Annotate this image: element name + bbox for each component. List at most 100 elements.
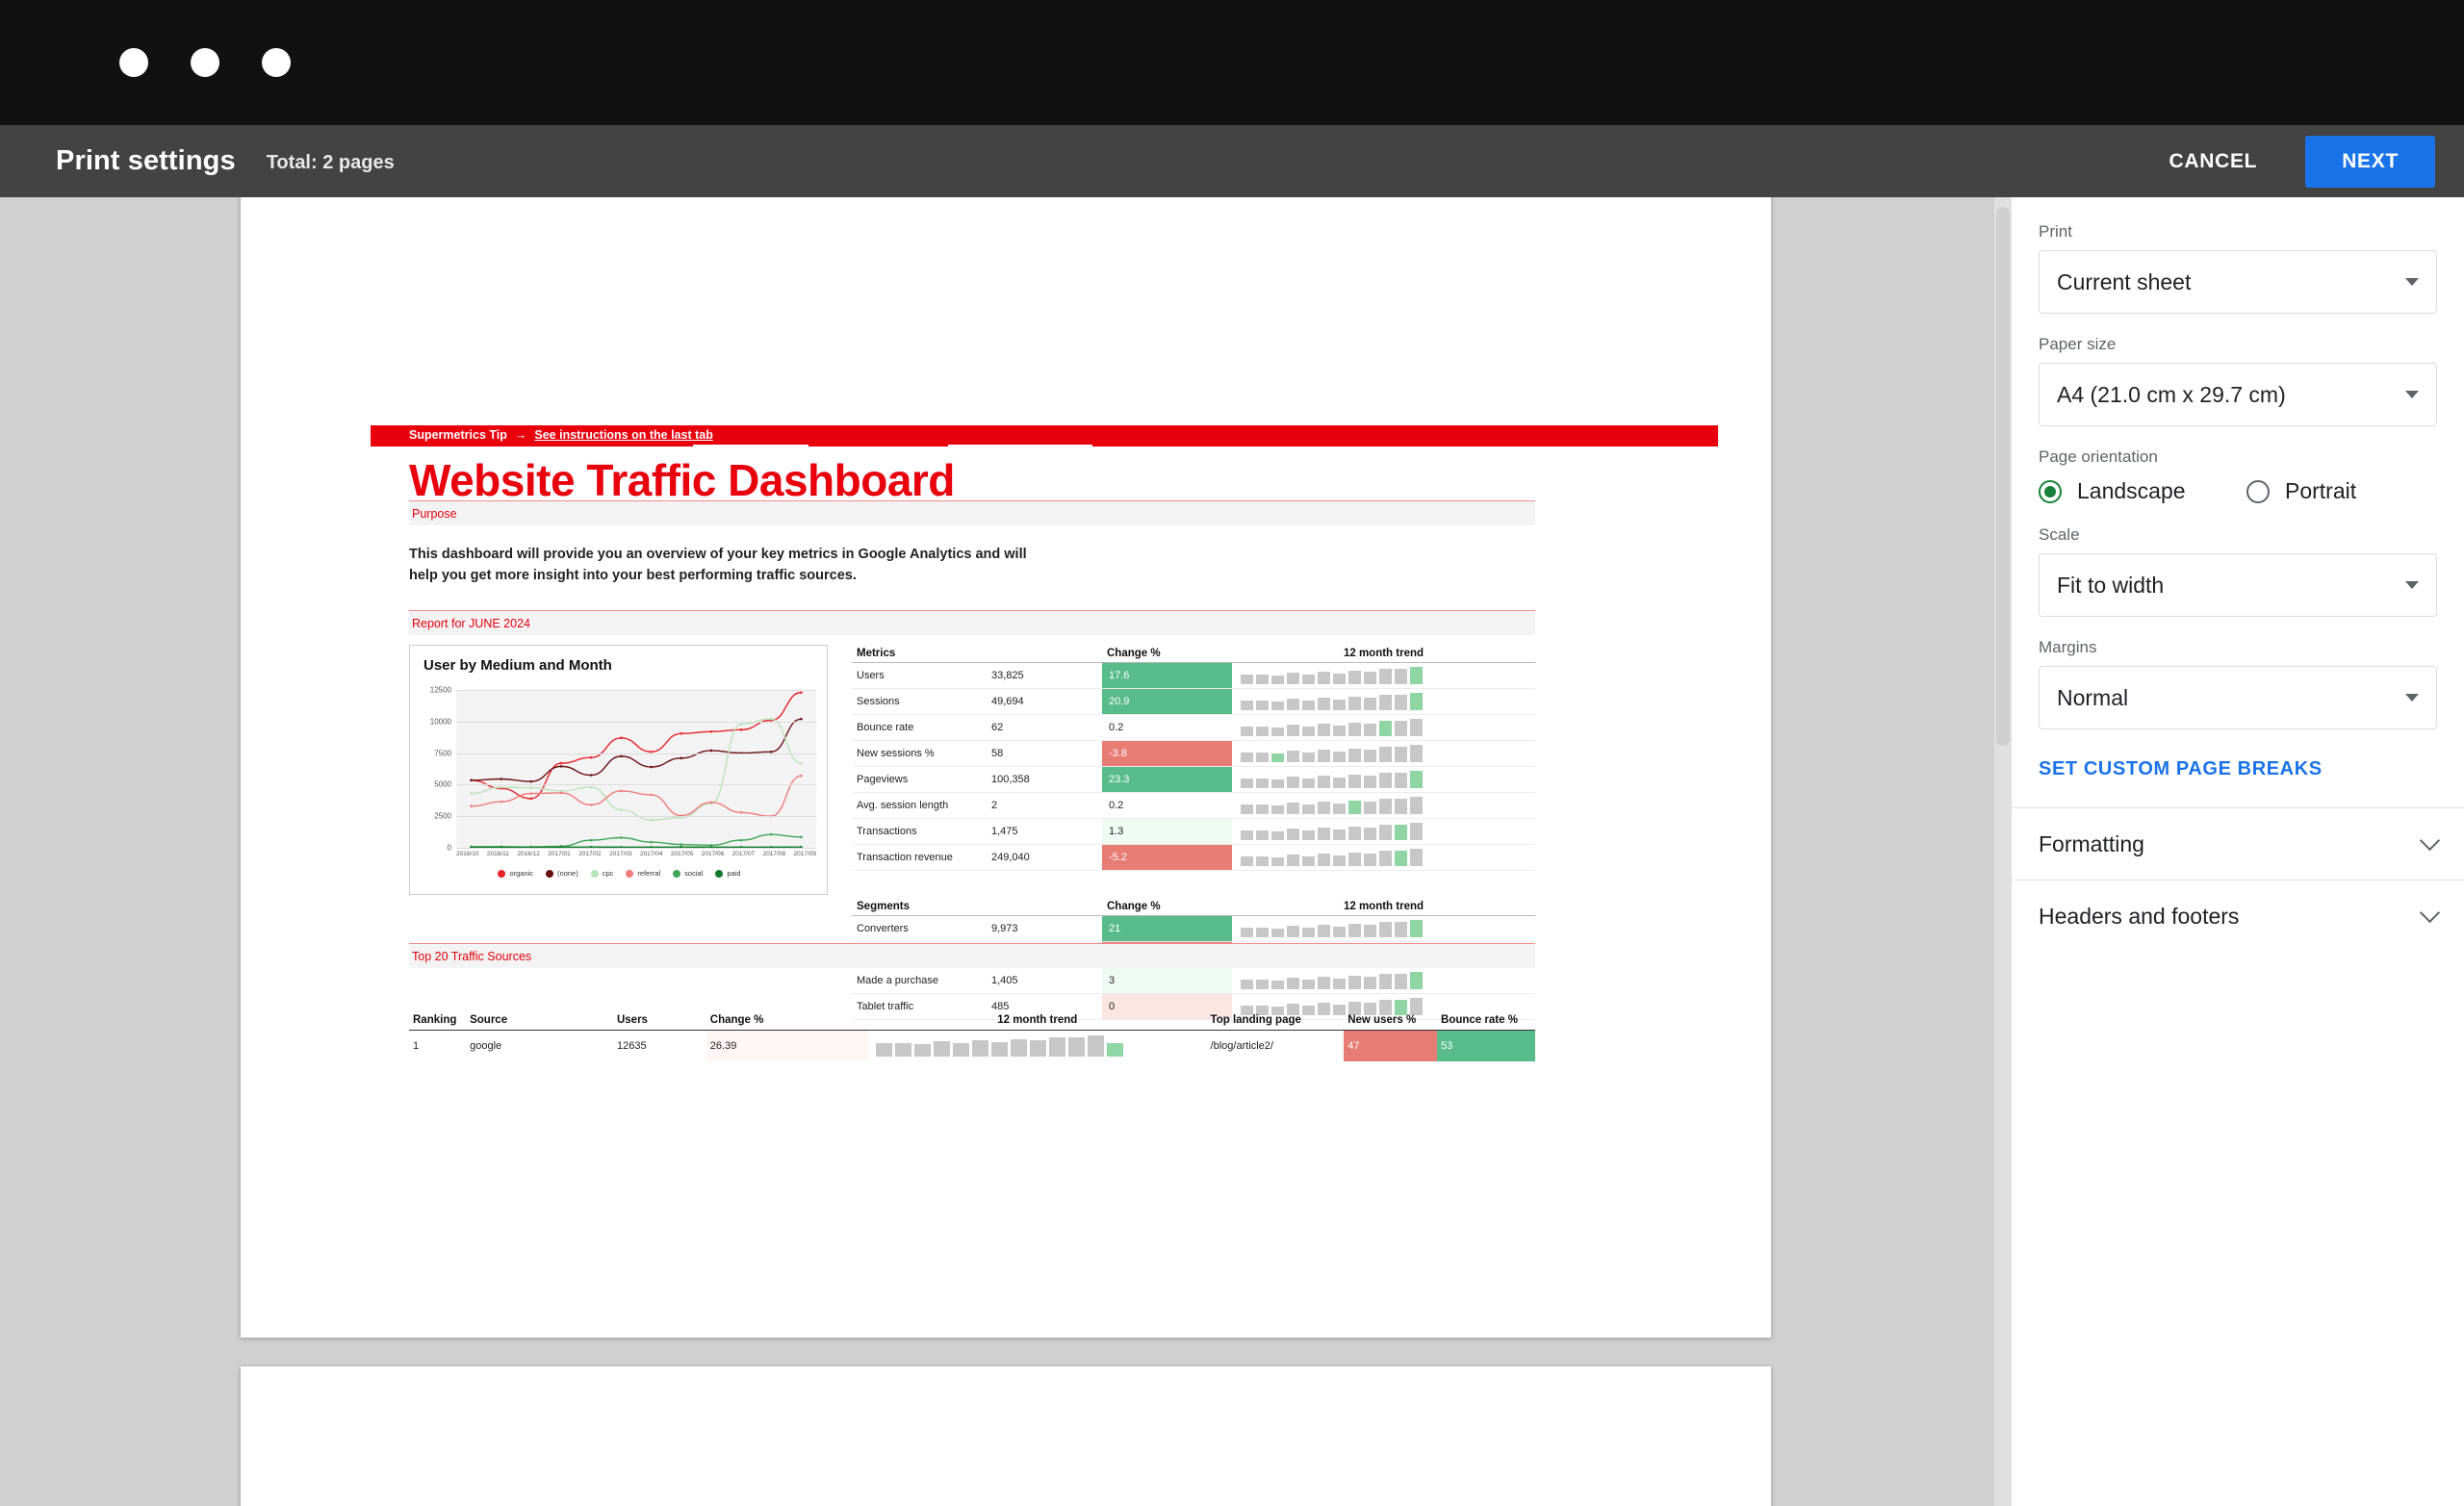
chart-y-tick-label: 2500 — [434, 811, 451, 821]
metric-value: 100,358 — [987, 766, 1102, 793]
minimize-dot-icon[interactable] — [191, 48, 219, 77]
chart-data-point — [470, 792, 473, 795]
set-custom-page-breaks-link[interactable]: SET CUSTOM PAGE BREAKS — [2039, 758, 2323, 780]
chart-legend-item: paid — [715, 869, 741, 878]
next-button[interactable]: NEXT — [2305, 135, 2435, 188]
chart-data-point — [620, 789, 623, 793]
landing-page-cell: /blog/article2/ — [1210, 1040, 1273, 1052]
chart-data-point — [680, 731, 683, 735]
trend-sparkline — [1237, 693, 1530, 710]
chart-data-point — [470, 779, 473, 782]
radio-portrait-indicator[interactable] — [2246, 479, 2270, 503]
chart-data-point — [500, 785, 503, 789]
metric-name: Avg. session length — [852, 792, 987, 819]
sparkline-bar — [1241, 727, 1253, 736]
sparkline-bar — [1271, 779, 1284, 788]
sparkline-bar — [1241, 856, 1253, 866]
sparkline-bar — [1333, 752, 1346, 762]
sparkline-bar — [1256, 675, 1269, 684]
radio-portrait[interactable]: Portrait — [2246, 478, 2356, 504]
sparkline-bar — [1318, 776, 1330, 788]
column-header: Change % — [1102, 898, 1232, 916]
chart-data-point — [739, 723, 743, 726]
chart-data-point — [470, 804, 473, 808]
print-scope-select[interactable]: Current sheet — [2039, 250, 2437, 314]
accordion-formatting-label: Formatting — [2039, 830, 2144, 856]
column-header — [987, 645, 1102, 663]
sparkline-bar — [1256, 701, 1269, 710]
metric-value: 62 — [987, 714, 1102, 741]
accordion-headers-and-footers[interactable]: Headers and footers — [2012, 880, 2464, 952]
legend-swatch-icon — [498, 869, 506, 878]
sparkline-bar — [1348, 697, 1361, 710]
trend-sparkline — [1237, 823, 1530, 840]
chart-data-point — [650, 840, 653, 844]
trend-sparkline-cell — [1232, 766, 1535, 793]
sparkline-bar — [1302, 675, 1315, 684]
metrics-table-header-row: Metrics Change % 12 month trend — [852, 645, 1535, 663]
sparkline-bar — [1271, 857, 1284, 866]
sparkline-bar — [1318, 925, 1330, 937]
tip-instructions-link[interactable]: See instructions on the last tab — [534, 428, 712, 442]
window-controls — [119, 48, 291, 77]
trend-sparkline-cell — [1232, 915, 1535, 942]
chart-data-point — [620, 736, 623, 740]
chart-data-point — [620, 836, 623, 839]
sparkline-bar — [1256, 779, 1269, 788]
chart-data-point — [500, 778, 503, 780]
chart-lines — [470, 691, 803, 849]
close-dot-icon[interactable] — [119, 48, 148, 77]
window-titlebar — [0, 0, 2464, 125]
chart-data-point — [589, 755, 593, 759]
toolbar-actions: CANCEL NEXT — [2147, 135, 2435, 188]
trend-sparkline — [1237, 972, 1530, 989]
chart-title: User by Medium and Month — [424, 657, 612, 674]
sparkline-bar — [1364, 776, 1376, 788]
chart-data-point — [589, 838, 593, 842]
sparkline-bar — [952, 1043, 969, 1057]
sparkline-bar — [1410, 920, 1423, 937]
chart-x-tick-label: 2017/06 — [701, 851, 725, 857]
sparkline-bar — [1241, 701, 1253, 710]
trend-sparkline-cell — [1232, 818, 1535, 845]
sparkline-bar — [1364, 854, 1376, 866]
preview-scrollbar[interactable] — [1994, 197, 2012, 1506]
sparkline-bar — [1287, 829, 1299, 840]
radio-landscape-indicator[interactable] — [2039, 479, 2062, 503]
change-percent-cell: 17.6 — [1102, 662, 1232, 689]
trend-sparkline — [1237, 920, 1530, 937]
legend-label: paid — [727, 869, 741, 878]
sparkline-bar — [1287, 978, 1299, 989]
sparkline-bar — [1256, 856, 1269, 866]
sparkline-bar — [1348, 671, 1361, 684]
accordion-formatting[interactable]: Formatting — [2012, 807, 2464, 880]
column-header: Users — [612, 1010, 706, 1031]
table-row: Made a purchase 1,405 3 — [852, 967, 1535, 994]
radio-landscape[interactable]: Landscape — [2039, 478, 2246, 504]
change-percent-cell: 23.3 — [1102, 766, 1232, 793]
chart-data-point — [559, 791, 563, 795]
preview-scrollbar-thumb[interactable] — [1996, 207, 2010, 746]
metric-name: Sessions — [852, 688, 987, 715]
sparkline-bar — [1241, 753, 1253, 762]
cancel-button[interactable]: CANCEL — [2147, 137, 2278, 187]
sparkline-bar — [1010, 1039, 1027, 1057]
chart-y-tick-label: 0 — [447, 843, 451, 853]
document-preview-pane[interactable]: Supermetrics Tip → See instructions on t… — [0, 197, 2012, 1506]
legend-label: (none) — [557, 869, 578, 878]
sparkline-bar — [1318, 724, 1330, 736]
scale-select[interactable]: Fit to width — [2039, 553, 2437, 617]
maximize-dot-icon[interactable] — [262, 48, 291, 77]
preview-page-1: Supermetrics Tip → See instructions on t… — [241, 197, 1771, 1338]
table-row: Users 33,825 17.6 — [852, 662, 1535, 689]
trend-sparkline-cell — [1232, 740, 1535, 767]
sparkline-bar — [1410, 745, 1423, 762]
sparkline-bar — [1410, 823, 1423, 840]
margins-select[interactable]: Normal — [2039, 666, 2437, 729]
metric-value: 1,405 — [987, 967, 1102, 994]
sparkline-bar — [1348, 775, 1361, 788]
table-row: Bounce rate 62 0.2 — [852, 714, 1535, 741]
metric-value: 33,825 — [987, 662, 1102, 689]
change-percent-cell: -5.2 — [1102, 844, 1232, 871]
paper-size-select[interactable]: A4 (21.0 cm x 29.7 cm) — [2039, 363, 2437, 426]
